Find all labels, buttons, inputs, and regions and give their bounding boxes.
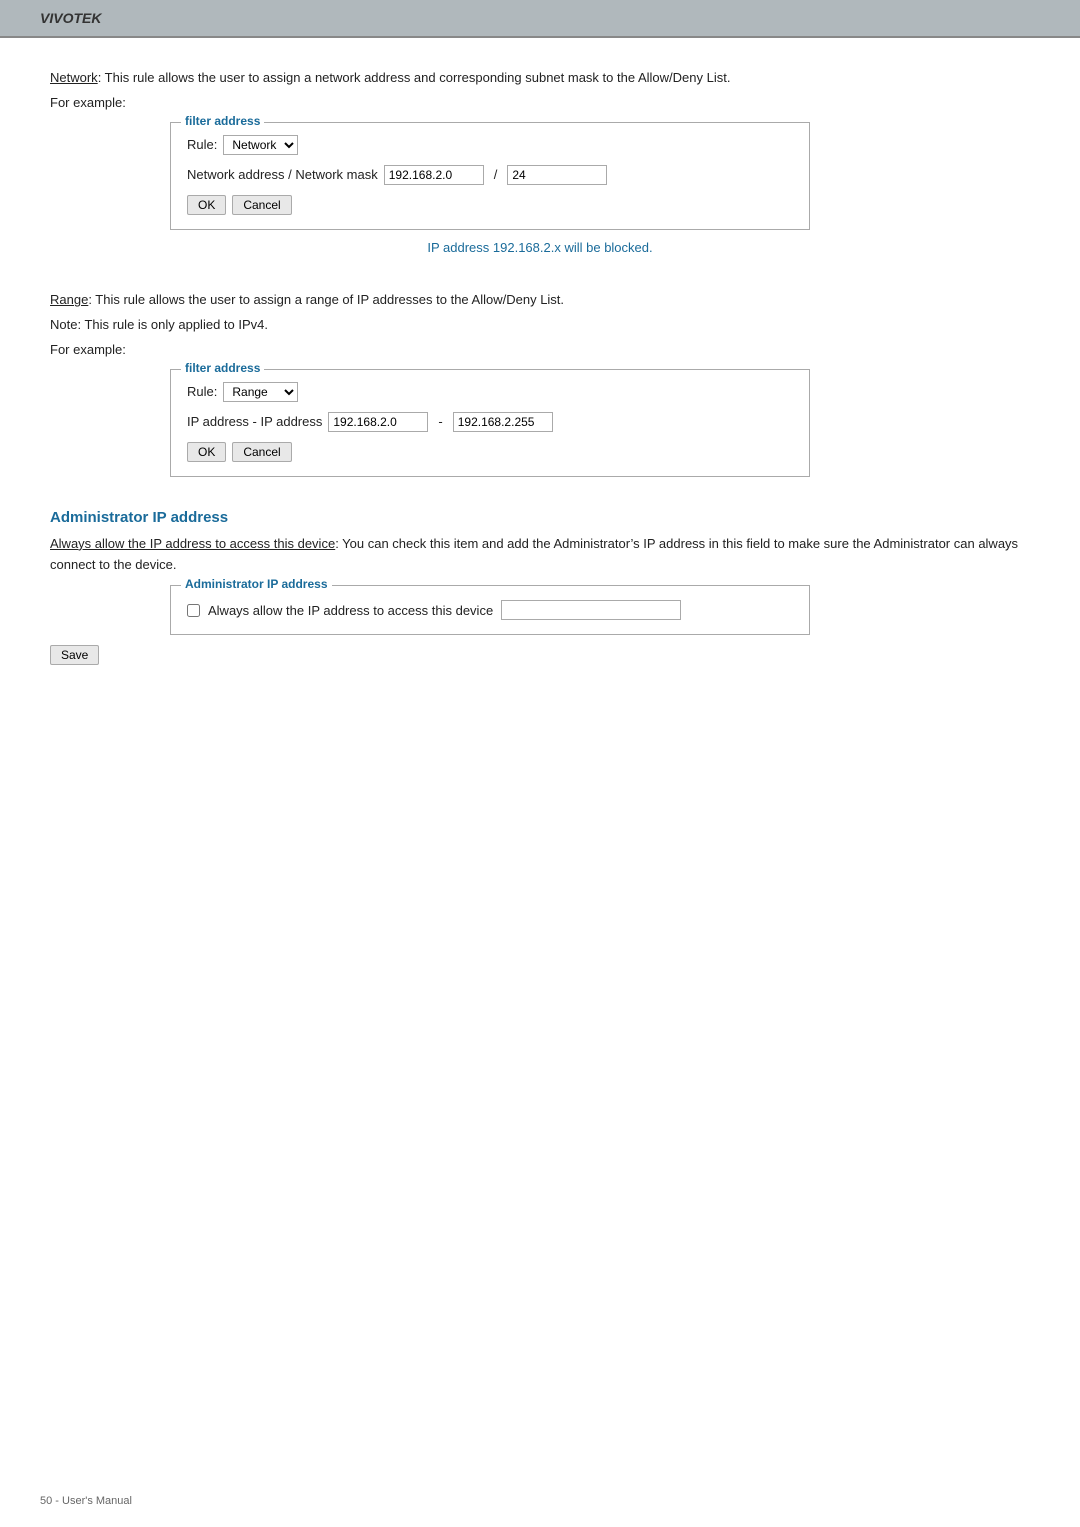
admin-term: Always allow the IP address to access th…: [50, 536, 335, 551]
network-filter-box: filter address Rule: Network Range Singl…: [170, 122, 810, 230]
network-rule-select[interactable]: Network Range Single: [223, 135, 298, 155]
range-cancel-button[interactable]: Cancel: [232, 442, 291, 462]
admin-ip-row: Always allow the IP address to access th…: [187, 600, 793, 620]
main-content: Network: This rule allows the user to as…: [0, 38, 1080, 737]
range-ip-label: IP address - IP address: [187, 414, 322, 429]
admin-description: Always allow the IP address to access th…: [50, 534, 1030, 576]
network-term: Network: [50, 70, 98, 85]
range-ok-button[interactable]: OK: [187, 442, 226, 462]
network-address-row: Network address / Network mask /: [187, 165, 793, 185]
range-address-row: IP address - IP address -: [187, 412, 793, 432]
network-mask-separator: /: [494, 167, 498, 182]
network-desc-text: : This rule allows the user to assign a …: [98, 70, 731, 85]
range-filter-box: filter address Rule: Network Range Singl…: [170, 369, 810, 477]
network-address-input[interactable]: [384, 165, 484, 185]
network-for-example: For example:: [50, 93, 1030, 114]
range-ip-start-input[interactable]: [328, 412, 428, 432]
header: VIVOTEK: [0, 0, 1080, 38]
range-section: Range: This rule allows the user to assi…: [50, 290, 1030, 476]
range-btn-row: OK Cancel: [187, 442, 793, 462]
network-description: Network: This rule allows the user to as…: [50, 68, 1030, 89]
range-description: Range: This rule allows the user to assi…: [50, 290, 1030, 311]
admin-checkbox-label: Always allow the IP address to access th…: [208, 603, 493, 618]
save-btn-row: Save: [50, 645, 1030, 665]
save-button[interactable]: Save: [50, 645, 99, 665]
footer: 50 - User's Manual: [40, 1495, 132, 1507]
range-for-example: For example:: [50, 340, 1030, 361]
admin-box-title: Administrator IP address: [181, 577, 332, 591]
network-filter-box-title: filter address: [181, 114, 264, 128]
range-ip-end-input[interactable]: [453, 412, 553, 432]
blocked-message: IP address 192.168.2.x will be blocked.: [50, 238, 1030, 259]
network-address-label: Network address / Network mask: [187, 167, 378, 182]
admin-ip-box: Administrator IP address Always allow th…: [170, 585, 810, 635]
network-rule-row: Rule: Network Range Single: [187, 135, 793, 155]
range-term: Range: [50, 292, 88, 307]
range-rule-label: Rule:: [187, 384, 217, 399]
admin-ip-checkbox[interactable]: [187, 604, 200, 617]
admin-ip-input[interactable]: [501, 600, 681, 620]
range-rule-select[interactable]: Network Range Single: [223, 382, 298, 402]
admin-ip-section: Administrator IP address Always allow th…: [50, 509, 1030, 666]
range-desc-text: : This rule allows the user to assign a …: [88, 292, 564, 307]
range-filter-box-title: filter address: [181, 361, 264, 375]
brand-logo: VIVOTEK: [40, 10, 101, 26]
footer-text: 50 - User's Manual: [40, 1495, 132, 1507]
admin-section-heading: Administrator IP address: [50, 509, 1030, 526]
network-mask-input[interactable]: [507, 165, 607, 185]
network-cancel-button[interactable]: Cancel: [232, 195, 291, 215]
network-rule-label: Rule:: [187, 137, 217, 152]
range-rule-row: Rule: Network Range Single: [187, 382, 793, 402]
range-separator: -: [438, 414, 442, 429]
network-btn-row: OK Cancel: [187, 195, 793, 215]
network-ok-button[interactable]: OK: [187, 195, 226, 215]
range-note: Note: This rule is only applied to IPv4.: [50, 315, 1030, 336]
network-section: Network: This rule allows the user to as…: [50, 68, 1030, 258]
